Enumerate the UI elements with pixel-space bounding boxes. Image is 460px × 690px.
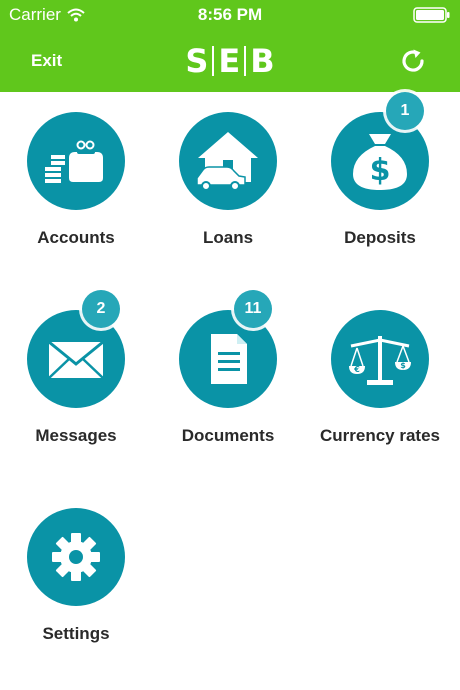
refresh-icon[interactable] [398, 46, 428, 76]
logo-letter-s: S [185, 42, 209, 80]
tile-label: Accounts [37, 228, 115, 247]
tile-label: Loans [202, 228, 254, 247]
svg-text:$: $ [400, 361, 406, 370]
house-car-icon [196, 132, 258, 191]
balance-scale-icon: € $ [349, 336, 411, 385]
settings-circle [27, 508, 125, 606]
gear-icon [52, 533, 100, 581]
svg-text:$: $ [370, 153, 391, 188]
svg-text:€: € [353, 365, 360, 374]
messages-badge: 2 [82, 290, 120, 328]
tile-settings[interactable]: Settings [0, 488, 152, 678]
exit-button[interactable]: Exit [31, 51, 62, 71]
status-bar: Carrier 8:56 PM [0, 0, 460, 30]
currency-rates-circle: € $ [331, 310, 429, 408]
deposits-badge: 1 [386, 92, 424, 130]
seb-logo: S E B [185, 41, 275, 81]
logo-separator [244, 46, 247, 76]
tile-label: Messages [35, 426, 117, 445]
tile-accounts[interactable]: Accounts [0, 92, 152, 282]
status-time: 8:56 PM [197, 5, 263, 24]
tile-documents[interactable]: 11 Documents [152, 290, 304, 480]
logo-letter-b: B [250, 42, 275, 80]
tile-currency-rates[interactable]: € $ Currency rates [304, 290, 456, 480]
tile-label: Documents [181, 426, 275, 445]
top-bar: Carrier 8:56 PM Exit S E B [0, 0, 460, 92]
tile-loans[interactable]: Loans [152, 92, 304, 282]
tile-label: Currency rates [319, 426, 440, 445]
loans-circle [179, 112, 277, 210]
tile-messages[interactable]: 2 Messages [0, 290, 152, 480]
logo-separator [212, 46, 215, 76]
tile-label: Deposits [344, 228, 416, 247]
documents-badge: 11 [234, 290, 272, 328]
battery-icon [413, 7, 450, 23]
wallet-coins-icon [45, 140, 103, 183]
nav-bar: Exit S E B [0, 38, 460, 84]
accounts-circle [27, 112, 125, 210]
tile-deposits[interactable]: $ 1 Deposits [304, 92, 456, 282]
tile-label: Settings [42, 624, 110, 643]
logo-letter-e: E [218, 42, 241, 80]
